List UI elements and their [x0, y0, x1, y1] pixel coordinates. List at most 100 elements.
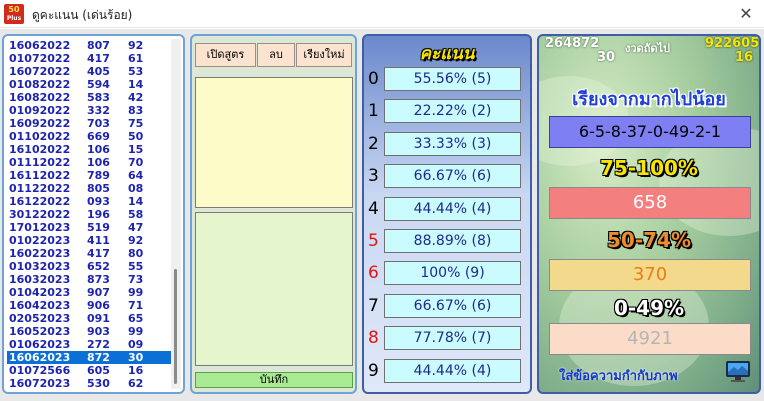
- row-date: 01072566: [9, 364, 71, 377]
- row-bottom-number: 64: [128, 169, 144, 182]
- list-row[interactable]: 01072566 605 16: [7, 364, 172, 377]
- row-bottom-number: 42: [128, 91, 144, 104]
- app-window: 50 Plus ดูคะแนน (เด่นร้อย) ✕ 16062022 807…: [0, 0, 764, 401]
- score-digit: 8: [368, 328, 379, 349]
- list-row[interactable]: 17012023 519 47: [7, 221, 172, 234]
- score-value-box: 66.67% (6): [384, 164, 521, 189]
- list-row[interactable]: 01082022 594 14: [7, 78, 172, 91]
- list-row[interactable]: 01032023 652 55: [7, 260, 172, 273]
- row-date: 16102022: [9, 143, 71, 156]
- title-bar: 50 Plus ดูคะแนน (เด่นร้อย) ✕: [0, 0, 764, 28]
- score-value-box: 33.33% (3): [384, 131, 521, 156]
- row-top-number: 872: [87, 351, 110, 364]
- list-row[interactable]: 01042023 907 99: [7, 286, 172, 299]
- row-date: 16042023: [9, 299, 71, 312]
- current-result-top: 264872: [545, 36, 600, 51]
- app-logo-icon: 50 Plus: [4, 4, 24, 24]
- list-row[interactable]: 01122022 805 08: [7, 182, 172, 195]
- formula-result-area[interactable]: [195, 212, 353, 366]
- score-value-box: 88.89% (8): [384, 229, 521, 253]
- resort-button[interactable]: เรียงใหม่: [296, 43, 352, 67]
- row-date: 02052023: [9, 312, 71, 325]
- list-row[interactable]: 16122022 093 14: [7, 195, 172, 208]
- row-top-number: 417: [87, 247, 110, 260]
- list-row[interactable]: 16112022 789 64: [7, 169, 172, 182]
- score-digit: 6: [368, 263, 379, 284]
- score-value-box: 77.78% (7): [384, 326, 521, 351]
- list-row[interactable]: 16032023 873 73: [7, 273, 172, 286]
- row-bottom-number: 30: [128, 351, 144, 364]
- row-date: 16032023: [9, 273, 71, 286]
- row-bottom-number: 14: [128, 195, 144, 208]
- row-top-number: 652: [87, 260, 110, 273]
- list-row[interactable]: 16042023 906 71: [7, 299, 172, 312]
- score-row: 1 22.22% (2): [364, 99, 530, 124]
- row-top-number: 907: [87, 286, 110, 299]
- list-row[interactable]: 30122022 196 58: [7, 208, 172, 221]
- row-top-number: 669: [87, 130, 110, 143]
- image-caption-link[interactable]: ใส่ข้อความกำกับภาพ: [559, 365, 678, 386]
- row-bottom-number: 83: [128, 104, 144, 117]
- row-date: 01022023: [9, 234, 71, 247]
- score-row: 2 33.33% (3): [364, 131, 530, 156]
- row-date: 16072022: [9, 65, 71, 78]
- delete-button[interactable]: ลบ: [257, 43, 295, 67]
- row-top-number: 405: [87, 65, 110, 78]
- list-row[interactable]: 01102022 669 50: [7, 130, 172, 143]
- row-top-number: 583: [87, 91, 110, 104]
- row-date: 16112022: [9, 169, 71, 182]
- list-row[interactable]: 16072023 530 62: [7, 377, 172, 390]
- score-header: คะแนน: [419, 44, 475, 64]
- list-row[interactable]: 16062022 807 92: [7, 39, 172, 52]
- row-top-number: 332: [87, 104, 110, 117]
- range-low-label: 0-49%: [613, 296, 685, 320]
- list-row[interactable]: 01062023 272 09: [7, 338, 172, 351]
- row-bottom-number: 14: [128, 78, 144, 91]
- score-row: 0 55.56% (5): [364, 67, 530, 91]
- close-icon[interactable]: ✕: [734, 2, 758, 26]
- row-bottom-number: 92: [128, 234, 144, 247]
- row-bottom-number: 55: [128, 260, 144, 273]
- list-row[interactable]: 16052023 903 99: [7, 325, 172, 338]
- list-row[interactable]: 16092022 703 75: [7, 117, 172, 130]
- list-row[interactable]: 01112022 106 70: [7, 156, 172, 169]
- row-date: 16022023: [9, 247, 71, 260]
- range-mid-label: 50-74%: [606, 228, 691, 252]
- row-date: 01122022: [9, 182, 71, 195]
- list-row[interactable]: 16022023 417 80: [7, 247, 172, 260]
- row-bottom-number: 92: [128, 39, 144, 52]
- sorted-sequence-box: 6-5-8-37-0-49-2-1: [549, 116, 751, 148]
- save-button[interactable]: บันทึก: [195, 372, 353, 388]
- list-scroll-thumb[interactable]: [174, 269, 177, 384]
- list-row[interactable]: 01022023 411 92: [7, 234, 172, 247]
- row-top-number: 906: [87, 299, 110, 312]
- row-date: 30122022: [9, 208, 71, 221]
- row-bottom-number: 08: [128, 182, 144, 195]
- row-date: 01032023: [9, 260, 71, 273]
- row-top-number: 106: [87, 156, 110, 169]
- score-row: 8 77.78% (7): [364, 326, 530, 351]
- next-draw-top: 922605: [705, 36, 760, 51]
- list-row[interactable]: 16082022 583 42: [7, 91, 172, 104]
- list-row[interactable]: 01072022 417 61: [7, 52, 172, 65]
- list-row[interactable]: 16072022 405 53: [7, 65, 172, 78]
- list-row[interactable]: 02052023 091 65: [7, 312, 172, 325]
- formula-panel: เปิดสูตร ลบ เรียงใหม่ บันทึก: [190, 34, 357, 394]
- list-row[interactable]: 16062023 872 30: [7, 351, 172, 364]
- score-digit: 0: [368, 69, 379, 89]
- score-row: 3 66.67% (6): [364, 164, 530, 189]
- list-row[interactable]: 01092022 332 83: [7, 104, 172, 117]
- results-list[interactable]: 16062022 807 92 01072022 417 61 16072022 405 53 0…: [7, 39, 172, 390]
- score-digit: 2: [368, 133, 379, 154]
- row-bottom-number: 15: [128, 143, 144, 156]
- score-digit: 1: [368, 101, 379, 122]
- open-formula-button[interactable]: เปิดสูตร: [195, 43, 256, 67]
- list-scrollbar[interactable]: [171, 39, 181, 389]
- monitor-icon[interactable]: [725, 360, 751, 384]
- range-low-value: 4921: [549, 323, 751, 355]
- list-row[interactable]: 16102022 106 15: [7, 143, 172, 156]
- app-logo-text-top: 50: [8, 5, 20, 14]
- formula-input-area[interactable]: [195, 77, 353, 208]
- score-digit: 5: [368, 231, 379, 251]
- row-date: 16122022: [9, 195, 71, 208]
